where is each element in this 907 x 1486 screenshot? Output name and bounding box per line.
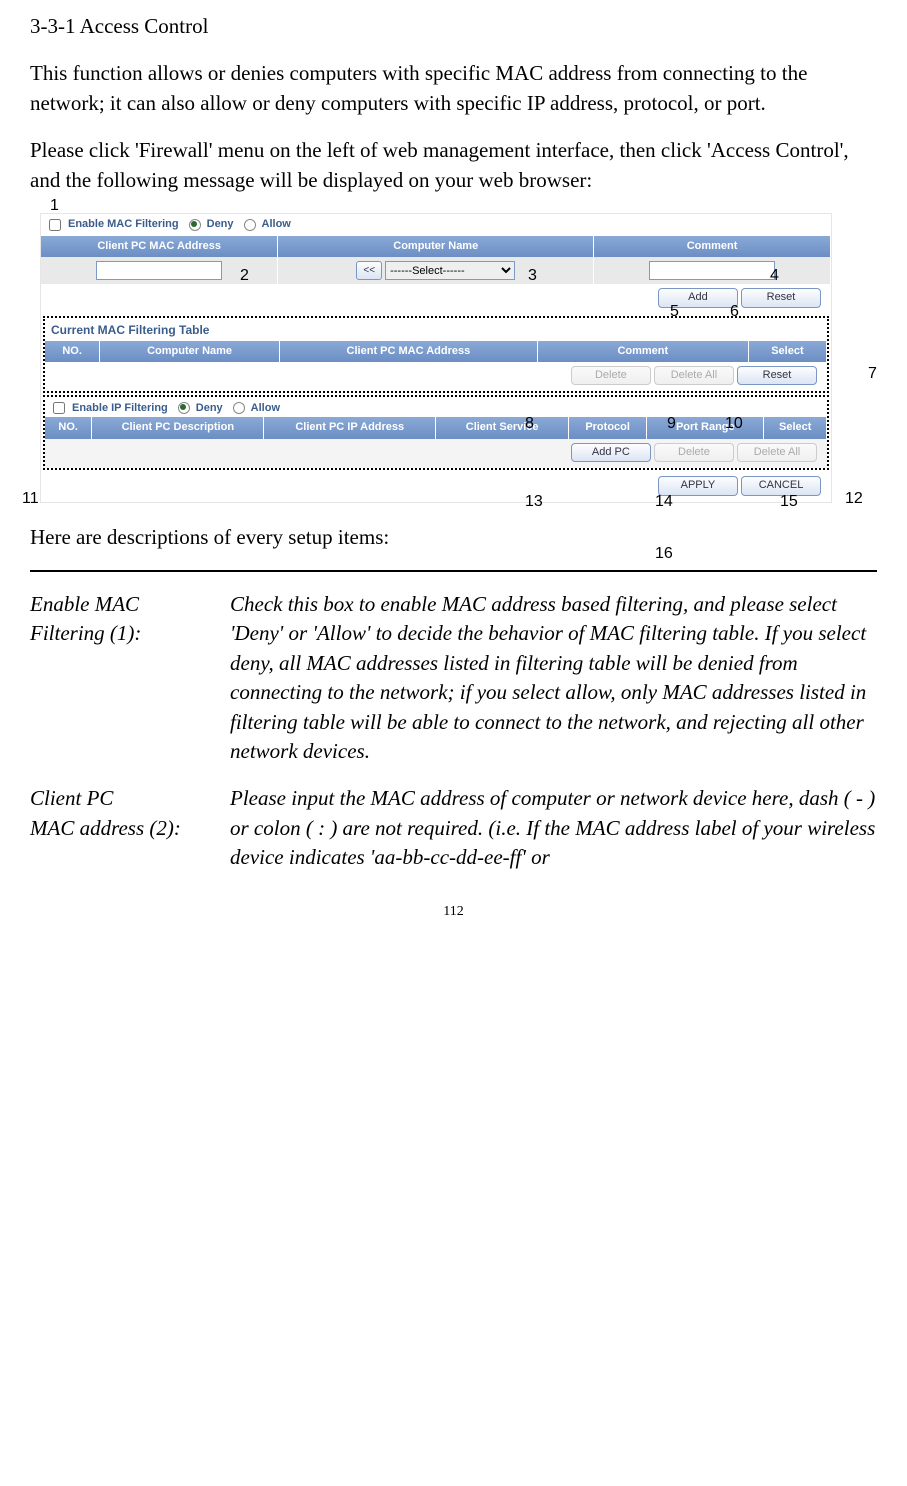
descriptions-intro: Here are descriptions of every setup ite… — [30, 523, 877, 552]
computer-name-select[interactable]: ------Select------ — [385, 261, 515, 280]
mactbl-col-name: Computer Name — [100, 341, 280, 362]
ip-deny-label: Deny — [196, 401, 223, 416]
intro-paragraph-1: This function allows or denies computers… — [30, 59, 877, 118]
mac-table-delete-button[interactable]: Delete — [571, 366, 651, 385]
mactbl-col-select: Select — [748, 341, 826, 362]
mac-filter-enable-row: Enable MAC Filtering Deny Allow — [41, 214, 831, 236]
ip-deny-radio[interactable] — [178, 402, 190, 414]
section-heading: 3-3-1 Access Control — [30, 12, 877, 41]
mac-table-reset-button[interactable]: Reset — [737, 366, 817, 385]
item-2-name: Client PC MAC address (2): — [30, 784, 230, 872]
mac-col-computer: Computer Name — [278, 236, 594, 257]
mac-filtering-table: NO. Computer Name Client PC MAC Address … — [45, 341, 827, 362]
mac-table-deleteall-button[interactable]: Delete All — [654, 366, 734, 385]
mac-input-table: Client PC MAC Address Computer Name Comm… — [41, 236, 831, 284]
mac-table-title: Current MAC Filtering Table — [45, 318, 827, 341]
callout-3: 3 — [528, 265, 537, 287]
callout-16: 16 — [655, 543, 673, 565]
iptbl-col-no: NO. — [45, 417, 92, 438]
iptbl-col-port: Port Range — [647, 417, 764, 438]
item-1-name: Enable MAC Filtering (1): — [30, 590, 230, 766]
iptbl-col-protocol: Protocol — [569, 417, 647, 438]
item-1: Enable MAC Filtering (1): Check this box… — [30, 590, 877, 766]
mac-address-input[interactable] — [96, 261, 222, 280]
ip-table-buttons: Add PC Delete Delete All — [45, 439, 827, 468]
callout-10: 10 — [725, 413, 743, 435]
mac-allow-radio[interactable] — [244, 219, 256, 231]
ip-filtering-box: Enable IP Filtering Deny Allow NO. Clien… — [43, 395, 829, 470]
mac-comment-input[interactable] — [649, 261, 775, 280]
ip-filter-enable-row: Enable IP Filtering Deny Allow — [45, 397, 827, 417]
callout-1: 1 — [50, 195, 59, 217]
callout-6: 6 — [730, 301, 739, 323]
enable-ip-filtering-checkbox[interactable] — [53, 402, 65, 414]
mac-reset-button[interactable]: Reset — [741, 288, 821, 307]
enable-ip-filtering-label: Enable IP Filtering — [72, 401, 168, 416]
item-2-desc: Please input the MAC address of computer… — [230, 784, 877, 872]
callout-14: 14 — [655, 491, 673, 513]
mac-deny-radio[interactable] — [189, 219, 201, 231]
mactbl-col-no: NO. — [45, 341, 100, 362]
intro-paragraph-2: Please click 'Firewall' menu on the left… — [30, 136, 877, 195]
item-2: Client PC MAC address (2): Please input … — [30, 784, 877, 872]
enable-mac-filtering-label: Enable MAC Filtering — [68, 217, 179, 232]
callout-7: 7 — [868, 363, 877, 385]
mactbl-col-comment: Comment — [537, 341, 748, 362]
iptbl-col-ip: Client PC IP Address — [264, 417, 436, 438]
ip-delete-button[interactable]: Delete — [654, 443, 734, 462]
item-1-desc: Check this box to enable MAC address bas… — [230, 590, 877, 766]
copy-name-button[interactable]: << — [356, 261, 382, 280]
mac-buttons-row: Add Reset — [41, 284, 831, 313]
ip-filtering-table: NO. Client PC Description Client PC IP A… — [45, 417, 827, 438]
ip-allow-label: Allow — [251, 401, 280, 416]
enable-mac-filtering-checkbox[interactable] — [49, 219, 61, 231]
mac-filtering-table-box: Current MAC Filtering Table NO. Computer… — [43, 316, 829, 394]
iptbl-col-service: Client Service — [436, 417, 569, 438]
callout-13: 13 — [525, 491, 543, 513]
divider — [30, 570, 877, 572]
iptbl-col-desc: Client PC Description — [92, 417, 264, 438]
callout-15: 15 — [780, 491, 798, 513]
ip-allow-radio[interactable] — [233, 402, 245, 414]
mac-deny-label: Deny — [207, 217, 234, 232]
screenshot-wrapper: 1 2 3 4 5 6 7 8 9 10 11 12 13 14 15 16 E… — [30, 213, 877, 503]
ip-addpc-button[interactable]: Add PC — [571, 443, 651, 462]
global-buttons: APPLY CANCEL — [41, 472, 831, 501]
callout-8: 8 — [525, 413, 534, 435]
ip-deleteall-button[interactable]: Delete All — [737, 443, 817, 462]
callout-11: 11 — [22, 488, 39, 510]
iptbl-col-select: Select — [764, 417, 827, 438]
mactbl-col-addr: Client PC MAC Address — [279, 341, 537, 362]
callout-9: 9 — [667, 413, 676, 435]
page-number: 112 — [30, 902, 877, 922]
mac-col-address: Client PC MAC Address — [41, 236, 278, 257]
callout-12: 12 — [845, 488, 863, 510]
mac-allow-label: Allow — [262, 217, 291, 232]
callout-5: 5 — [670, 301, 679, 323]
callout-4: 4 — [770, 265, 779, 287]
mac-col-comment: Comment — [594, 236, 831, 257]
mac-table-buttons: Delete Delete All Reset — [45, 362, 827, 391]
access-control-panel: Enable MAC Filtering Deny Allow Client P… — [40, 213, 832, 503]
callout-2: 2 — [240, 265, 249, 287]
